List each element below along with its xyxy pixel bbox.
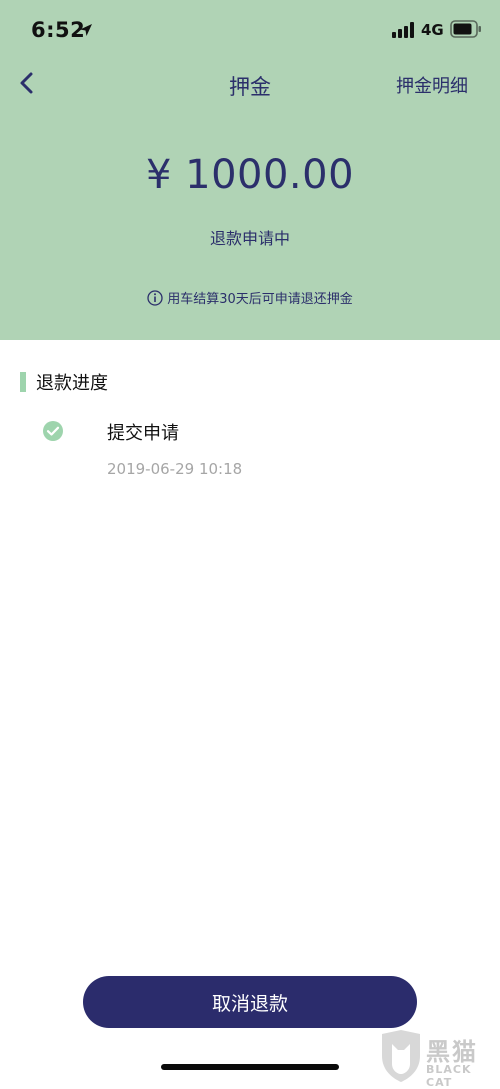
watermark-en-text: BLACK CAT xyxy=(426,1063,472,1089)
check-circle-icon xyxy=(42,420,64,442)
progress-step-time: 2019-06-29 10:18 xyxy=(107,460,243,478)
battery-icon xyxy=(450,20,482,42)
refund-progress-section: 退款进度 xyxy=(20,370,108,394)
nav-bar: 押金 押金明细 xyxy=(0,60,500,106)
progress-step-label: 提交申请 xyxy=(107,423,179,444)
notice-text: 用车结算30天后可申请退还押金 xyxy=(167,292,353,307)
blackcat-watermark: 黑猫 BLACK CAT xyxy=(378,1030,500,1089)
cancel-refund-button[interactable]: 取消退款 xyxy=(83,976,417,1028)
cat-shield-logo-icon xyxy=(382,1030,420,1082)
refund-status: 退款申请中 xyxy=(209,229,290,248)
location-arrow-icon xyxy=(79,22,93,41)
info-icon xyxy=(147,289,163,306)
signal-bars-icon xyxy=(392,22,416,42)
deposit-header: 6:52 4G 押金 押金明细 ¥ 1000.00 退款申请中 用车结算30天后… xyxy=(0,0,500,340)
deposit-amount: ¥ 1000.00 xyxy=(145,152,355,198)
deposit-details-link[interactable]: 押金明细 xyxy=(396,72,468,98)
section-title: 退款进度 xyxy=(36,373,108,394)
status-bar: 6:52 4G xyxy=(0,0,500,60)
home-indicator xyxy=(161,1064,339,1070)
refund-notice: 用车结算30天后可申请退还押金 xyxy=(0,288,500,307)
section-accent-bar xyxy=(20,372,26,392)
network-type: 4G xyxy=(421,21,444,39)
status-time: 6:52 xyxy=(31,18,86,42)
watermark-cn-text: 黑猫 xyxy=(426,1038,478,1066)
